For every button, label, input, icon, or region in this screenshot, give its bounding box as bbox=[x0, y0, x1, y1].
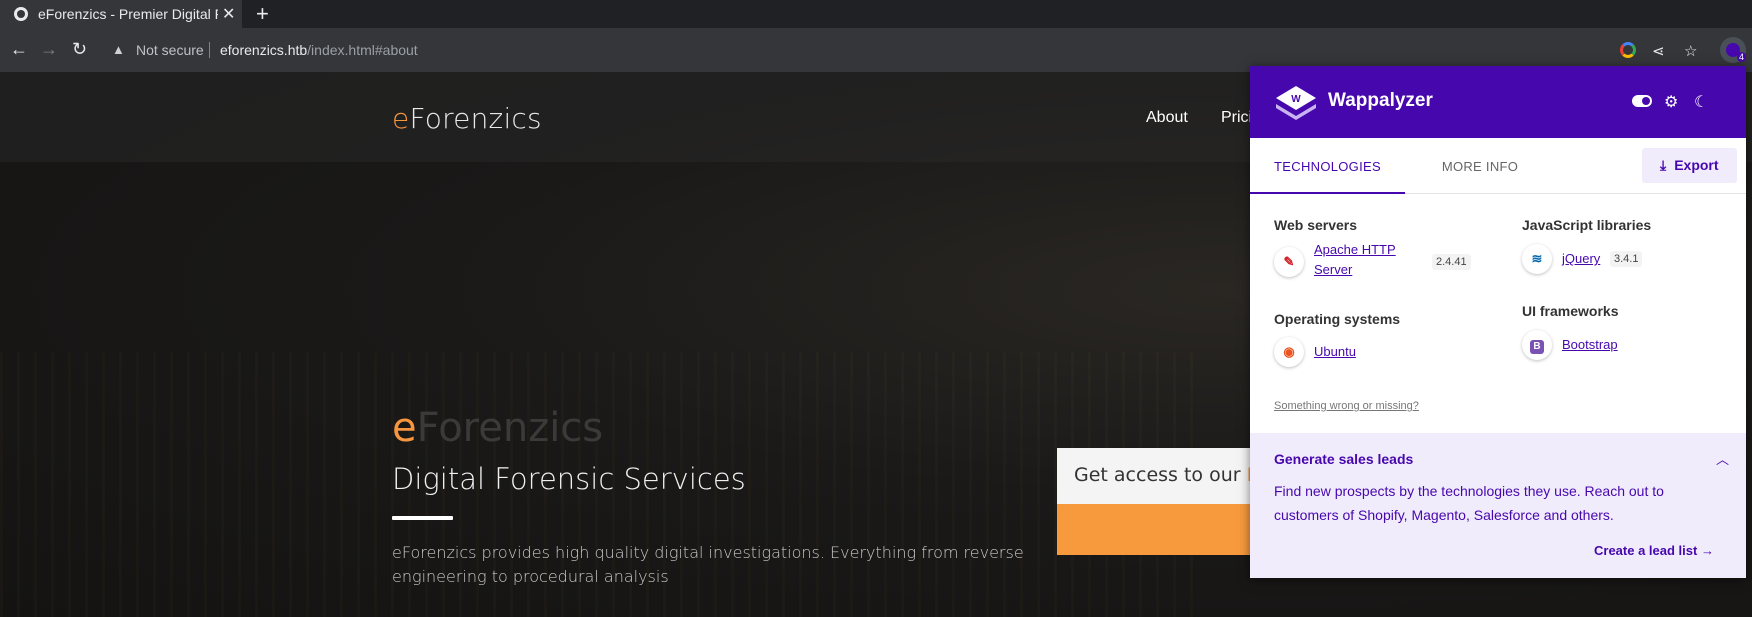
bootstrap-icon: B bbox=[1522, 330, 1552, 360]
new-tab-button[interactable]: + bbox=[256, 1, 269, 27]
site-logo[interactable]: eForenzics bbox=[392, 102, 542, 135]
access-card-text: Get access to our bbox=[1074, 464, 1247, 486]
arrow-right-icon: → bbox=[1700, 543, 1714, 558]
extension-badge: 4 bbox=[1737, 52, 1747, 62]
tech-ubuntu-link[interactable]: Ubuntu bbox=[1314, 342, 1356, 362]
toggle-switch-icon[interactable] bbox=[1632, 95, 1652, 107]
tech-bootstrap-link[interactable]: Bootstrap bbox=[1562, 335, 1618, 355]
globe-icon bbox=[14, 7, 28, 21]
sales-leads-panel: Generate sales leads ︿ Find new prospect… bbox=[1250, 433, 1746, 578]
forward-icon[interactable]: → bbox=[40, 39, 58, 60]
leads-title[interactable]: Generate sales leads bbox=[1274, 451, 1413, 467]
tech-apache-link[interactable]: Apache HTTP Server bbox=[1314, 240, 1414, 280]
chevron-up-icon[interactable]: ︿ bbox=[1716, 449, 1729, 468]
tech-jquery-version: 3.4.1 bbox=[1610, 251, 1643, 267]
nav-about[interactable]: About bbox=[1146, 109, 1188, 127]
settings-gear-icon[interactable]: ⚙ bbox=[1664, 92, 1678, 112]
google-icon[interactable] bbox=[1620, 42, 1636, 58]
tech-apache-version: 2.4.41 bbox=[1432, 254, 1471, 270]
hero-description: eForenzics provides high quality digital… bbox=[392, 543, 1024, 586]
url-field[interactable]: eforenzics.htb/index.html#about bbox=[220, 42, 418, 58]
access-card: Get access to our FREE bbox=[1057, 448, 1257, 504]
bookmark-star-icon[interactable]: ☆ bbox=[1684, 42, 1697, 60]
apache-feather-icon: ✎ bbox=[1274, 247, 1304, 277]
share-icon[interactable]: ⋖ bbox=[1652, 42, 1665, 60]
export-button[interactable]: ⤓ Export bbox=[1642, 148, 1737, 183]
popup-title: Wappalyzer bbox=[1328, 90, 1433, 111]
hero-brand: eForenzics bbox=[392, 405, 603, 451]
dark-mode-moon-icon[interactable]: ☾ bbox=[1694, 92, 1708, 112]
warning-icon[interactable]: ▲ bbox=[112, 42, 125, 57]
reload-icon[interactable]: ↻ bbox=[72, 39, 87, 60]
wappalyzer-logo-icon: W bbox=[1276, 86, 1316, 120]
back-icon[interactable]: ← bbox=[10, 39, 28, 60]
hero-brand-e: e bbox=[392, 405, 417, 451]
tab-more-info[interactable]: MORE INFO bbox=[1405, 138, 1555, 194]
tech-jquery-link[interactable]: jQuery bbox=[1562, 249, 1600, 269]
wappalyzer-popup: W Wappalyzer ⚙ ☾ TECHNOLOGIES MORE INFO … bbox=[1250, 66, 1746, 578]
logo-e: e bbox=[392, 102, 410, 135]
ubuntu-icon: ◉ bbox=[1274, 337, 1304, 367]
create-lead-list-link[interactable]: Create a lead list → bbox=[1594, 543, 1714, 558]
url-divider bbox=[209, 42, 210, 58]
access-card-button[interactable] bbox=[1057, 504, 1257, 555]
close-tab-icon[interactable]: ✕ bbox=[222, 4, 235, 24]
hero-brand-rest: Forenzics bbox=[416, 405, 604, 451]
jquery-icon: ≋ bbox=[1522, 244, 1552, 274]
tab-technologies[interactable]: TECHNOLOGIES bbox=[1250, 138, 1405, 194]
leads-description: Find new prospects by the technologies t… bbox=[1274, 483, 1664, 523]
category-javascript-libraries: JavaScript libraries bbox=[1522, 217, 1652, 233]
hero-title: Digital Forensic Services bbox=[392, 462, 746, 496]
download-icon: ⤓ bbox=[1660, 157, 1667, 173]
something-wrong-link[interactable]: Something wrong or missing? bbox=[1274, 400, 1419, 412]
hero-divider bbox=[392, 516, 453, 520]
category-web-servers: Web servers bbox=[1274, 217, 1358, 233]
url-host: eforenzics.htb bbox=[220, 42, 308, 58]
logo-rest: Forenzics bbox=[409, 102, 542, 135]
wappalyzer-extension-button[interactable]: 4 bbox=[1720, 37, 1747, 63]
popup-header: W Wappalyzer ⚙ ☾ bbox=[1250, 66, 1746, 138]
svg-text:W: W bbox=[1291, 94, 1301, 105]
browser-tab[interactable]: eForenzics - Premier Digital Forensics ✕ bbox=[0, 0, 242, 28]
browser-tab-bar: eForenzics - Premier Digital Forensics ✕… bbox=[0, 0, 1752, 28]
url-path: /index.html#about bbox=[307, 42, 418, 58]
not-secure-label[interactable]: Not secure bbox=[136, 42, 204, 58]
export-label: Export bbox=[1674, 157, 1719, 173]
category-ui-frameworks: UI frameworks bbox=[1522, 303, 1619, 319]
create-lead-list-label: Create a lead list bbox=[1594, 543, 1698, 558]
category-operating-systems: Operating systems bbox=[1274, 311, 1401, 327]
tab-title: eForenzics - Premier Digital Forensics bbox=[38, 6, 218, 22]
